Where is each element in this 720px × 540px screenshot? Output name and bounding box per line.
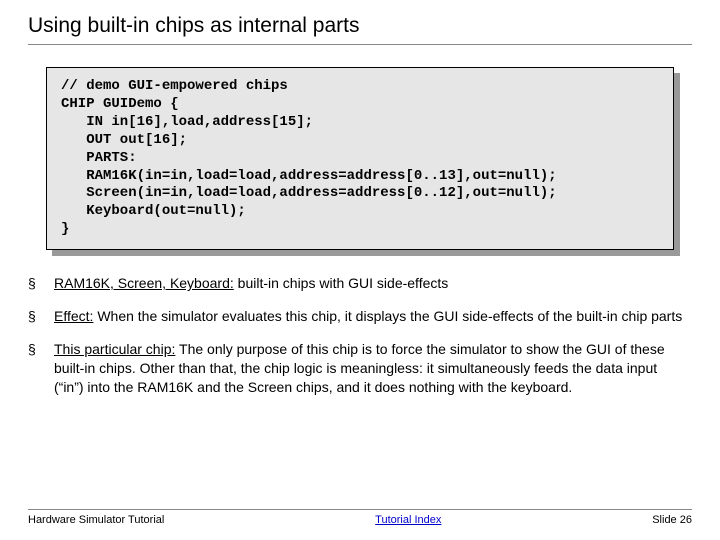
list-item: Effect: When the simulator evaluates thi…	[28, 307, 688, 326]
bullet-label: This particular chip:	[54, 341, 175, 357]
list-item: This particular chip: The only purpose o…	[28, 340, 688, 397]
footer-right: Slide 26	[652, 514, 692, 526]
list-item: RAM16K, Screen, Keyboard: built-in chips…	[28, 274, 688, 293]
code-block: // demo GUI-empowered chips CHIP GUIDemo…	[46, 67, 674, 250]
footer-link-index[interactable]: Tutorial Index	[375, 514, 441, 526]
bullet-list: RAM16K, Screen, Keyboard: built-in chips…	[28, 274, 688, 396]
slide-title: Using built-in chips as internal parts	[28, 14, 692, 45]
footer-left: Hardware Simulator Tutorial	[28, 514, 164, 526]
slide-footer: Hardware Simulator Tutorial Tutorial Ind…	[28, 509, 692, 526]
bullet-label: Effect:	[54, 308, 93, 324]
bullet-label: RAM16K, Screen, Keyboard:	[54, 275, 234, 291]
bullet-text: When the simulator evaluates this chip, …	[93, 308, 682, 324]
bullet-text: built-in chips with GUI side-effects	[234, 275, 449, 291]
code-block-container: // demo GUI-empowered chips CHIP GUIDemo…	[46, 67, 674, 250]
